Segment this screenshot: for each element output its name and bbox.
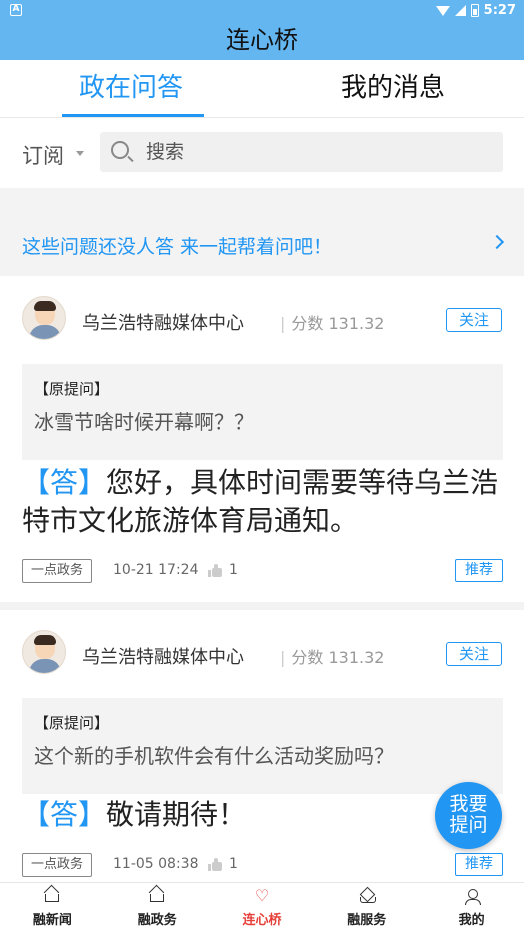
like-count: 1: [229, 562, 238, 578]
thumbs-up-icon[interactable]: [208, 858, 222, 871]
answer-text: 敬请期待！: [106, 798, 247, 831]
nav-mine[interactable]: 我的: [419, 883, 524, 932]
post-card: 乌兰浩特融媒体中心 分数 131.32 关注 【原提问】 冰雪节啥时候开幕啊？？…: [0, 276, 524, 602]
subscribe-dropdown[interactable]: 订阅: [22, 140, 64, 170]
nav-services[interactable]: 融服务: [314, 883, 419, 932]
nav-label: 我的: [458, 913, 485, 928]
home-icon: [45, 894, 60, 902]
follow-button[interactable]: 关注: [446, 308, 502, 332]
question-label: 【原提问】: [34, 714, 110, 732]
tab-messages[interactable]: 我的消息: [262, 60, 524, 118]
nav-label: 融新闻: [32, 913, 72, 928]
recommend-button[interactable]: 推荐: [455, 853, 503, 876]
post-time: 10-21 17:24: [113, 562, 199, 578]
nav-label: 融服务: [347, 913, 387, 928]
app-title: 连心桥: [0, 22, 524, 60]
card-divider: [0, 602, 524, 610]
tab-qa[interactable]: 政在问答: [0, 60, 262, 118]
like-count: 1: [229, 856, 238, 872]
author-score: 分数 131.32: [280, 644, 384, 668]
wifi-icon: [435, 5, 450, 16]
avatar[interactable]: [22, 296, 66, 340]
nav-news[interactable]: 融新闻: [0, 883, 105, 932]
person-icon: [464, 889, 481, 905]
post-meta: 一点政务 11-05 08:38 1 推荐: [22, 853, 503, 877]
original-question[interactable]: 【原提问】 冰雪节啥时候开幕啊？？: [22, 364, 503, 460]
question-text: 冰雪节啥时候开幕啊？？: [34, 410, 254, 434]
status-time: 5:27: [483, 3, 516, 18]
question-text: 这个新的手机软件会有什么活动奖励吗？: [34, 744, 394, 768]
heart-icon: ♡: [254, 886, 270, 905]
battery-icon: [470, 4, 479, 17]
source-badge: 一点政务: [22, 853, 93, 877]
nav-label: 连心桥: [242, 913, 282, 928]
recommend-button[interactable]: 推荐: [455, 559, 503, 582]
ask-question-button[interactable]: 我要 提问: [435, 782, 502, 849]
cell-signal-icon: [454, 5, 466, 16]
nav-bridge[interactable]: ♡ 连心桥: [210, 883, 315, 932]
answer[interactable]: 【答】您好，具体时间需要等待乌兰浩特市文化旅游体育局通知。: [22, 464, 512, 540]
nav-government[interactable]: 融政务: [105, 883, 210, 932]
answer-tag: 【答】: [22, 466, 107, 499]
source-badge: 一点政务: [22, 559, 93, 583]
original-question[interactable]: 【原提问】 这个新的手机软件会有什么活动奖励吗？: [22, 698, 503, 794]
unanswered-prompt[interactable]: 这些问题还没人答 来一起帮着问吧！: [22, 232, 332, 259]
search-icon: [111, 141, 129, 159]
thumbs-up-icon[interactable]: [208, 564, 222, 577]
home-icon: [150, 894, 165, 902]
post-time: 11-05 08:38: [113, 856, 199, 872]
search-box[interactable]: [100, 132, 503, 172]
ask-line-2: 提问: [449, 814, 488, 836]
bottom-nav: 融新闻 融政务 ♡ 连心桥 融服务 我的: [0, 882, 524, 932]
tab-bar: 政在问答 我的消息: [0, 60, 524, 118]
question-label: 【原提问】: [34, 380, 110, 398]
follow-button[interactable]: 关注: [446, 642, 502, 666]
post-card: 乌兰浩特融媒体中心 分数 131.32 关注 【原提问】 这个新的手机软件会有什…: [0, 610, 524, 882]
author-score: 分数 131.32: [280, 310, 384, 334]
notification-icon: A: [10, 4, 22, 16]
ask-line-1: 我要: [449, 793, 488, 815]
nav-label: 融政务: [137, 913, 177, 928]
author-name[interactable]: 乌兰浩特融媒体中心: [82, 643, 244, 669]
search-row: 订阅: [0, 118, 524, 188]
author-name[interactable]: 乌兰浩特融媒体中心: [82, 309, 244, 335]
avatar[interactable]: [22, 630, 66, 674]
layers-icon: [359, 889, 376, 903]
post-meta: 一点政务 10-21 17:24 1 推荐: [22, 559, 503, 583]
status-icons: 5:27: [435, 3, 516, 18]
search-input[interactable]: [146, 132, 486, 172]
caret-down-icon[interactable]: [76, 151, 84, 156]
answer-tag: 【答】: [22, 798, 107, 831]
active-tab-indicator: [62, 114, 204, 117]
status-bar: A 5:27: [0, 0, 524, 22]
